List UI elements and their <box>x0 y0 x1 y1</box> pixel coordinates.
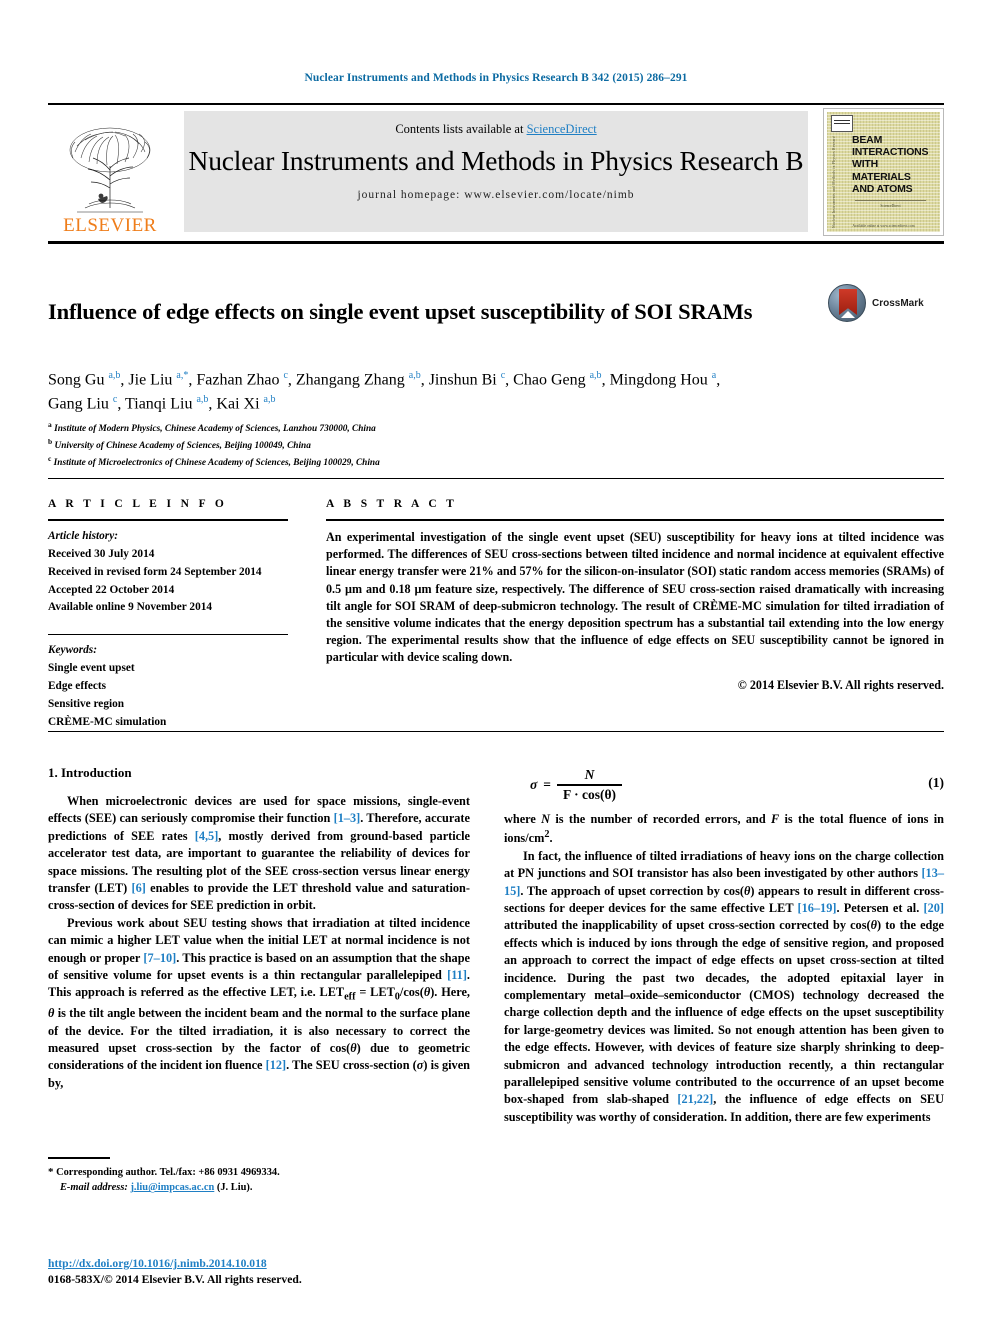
paragraph-intro-2: Previous work about SEU testing shows th… <box>48 915 471 1090</box>
running-head: Nuclear Instruments and Methods in Physi… <box>304 72 688 84</box>
body-column-right: σ = N F · cos(θ) (1) where N is the numb… <box>504 765 944 1126</box>
article-info-column: A R T I C L E I N F O Article history: R… <box>48 498 288 731</box>
journal-homepage[interactable]: journal homepage: www.elsevier.com/locat… <box>184 189 808 201</box>
sciencedirect-link[interactable]: ScienceDirect <box>527 122 597 136</box>
equation-1-equals: = <box>543 776 551 792</box>
contents-available-line: Contents lists available at ScienceDirec… <box>184 122 808 137</box>
keywords-rule <box>48 634 288 636</box>
citation-4-5[interactable]: [4,5] <box>195 829 219 843</box>
keyword-1: Edge effects <box>48 679 107 692</box>
abstract-text: An experimental investigation of the sin… <box>326 530 944 665</box>
citation-11[interactable]: [11] <box>447 968 467 982</box>
article-info-rule <box>48 519 288 521</box>
cover-title-line-5: AND ATOMS <box>852 182 913 195</box>
equation-1-denominator: F · cos(θ) <box>562 786 617 802</box>
footnote-email-link[interactable]: j.liu@impcas.ac.cn <box>130 1182 214 1193</box>
citation-1-3[interactable]: [1–3] <box>334 811 361 825</box>
citation-20[interactable]: [20] <box>923 901 944 915</box>
affiliation-b-text: University of Chinese Academy of Science… <box>54 441 311 452</box>
title-block: Influence of edge effects on single even… <box>48 282 944 342</box>
history-item-2: Accepted 22 October 2014 <box>48 583 175 596</box>
cover-title: BEAM INTERACTIONS WITH MATERIALS AND ATO… <box>852 134 936 195</box>
crossmark-icon <box>828 284 866 322</box>
doi-link[interactable]: http://dx.doi.org/10.1016/j.nimb.2014.10… <box>48 1257 267 1270</box>
equation-1-expression: σ = N F · cos(θ) <box>530 767 623 803</box>
author-line-2: Gang Liu c, Tianqi Liu a,b, Kai Xi a,b <box>48 394 276 413</box>
abstract-copyright: © 2014 Elsevier B.V. All rights reserved… <box>737 678 944 693</box>
history-item-3: Available online 9 November 2014 <box>48 601 213 614</box>
cover-title-line-1: BEAM <box>852 134 883 146</box>
journal-band: Contents lists available at ScienceDirec… <box>184 111 808 232</box>
cover-spine-text: Nuclear Instruments and Methods in Physi… <box>832 136 836 228</box>
abstract-bottom-rule <box>48 731 944 732</box>
corresponding-author-footnote: * Corresponding author. Tel./fax: +86 09… <box>48 1157 470 1196</box>
citation-7-10[interactable]: [7–10] <box>143 951 176 965</box>
footnote-email-suffix: (J. Liu). <box>216 1182 253 1194</box>
contents-prefix: Contents lists available at <box>395 122 527 136</box>
equation-1: σ = N F · cos(θ) (1) <box>504 765 944 811</box>
masthead-bottom-rule <box>48 241 944 244</box>
abstract-rule <box>326 519 944 521</box>
paragraph-intro-1: When microelectronic devices are used fo… <box>48 794 471 913</box>
history-item-0: Received 30 July 2014 <box>48 547 155 560</box>
cover-title-line-3: WITH <box>852 158 879 171</box>
footnote-corresponding-text: Corresponding author. Tel./fax: +86 0931… <box>56 1166 280 1178</box>
citation-21-22[interactable]: [21,22] <box>677 1092 713 1106</box>
journal-masthead: ELSEVIER Contents lists available at Sci… <box>48 103 944 237</box>
affiliation-b: b University of Chinese Academy of Scien… <box>48 437 311 452</box>
cover-title-line-4: MATERIALS <box>852 170 911 183</box>
cover-foot-text: Available online at www.sciencedirect.co… <box>852 224 915 228</box>
keyword-2: Sensitive region <box>48 697 125 710</box>
footnote-asterisk: * <box>48 1165 54 1178</box>
cover-title-line-2: INTERACTIONS <box>852 146 929 159</box>
paragraph-where-clause: where N is the number of recorded errors… <box>504 812 944 846</box>
issn-copyright: 0168-583X/© 2014 Elsevier B.V. All right… <box>48 1273 302 1286</box>
history-item-1: Received in revised form 24 September 20… <box>48 565 262 578</box>
paper-page: Nuclear Instruments and Methods in Physi… <box>0 0 992 1323</box>
equation-1-lhs: σ <box>530 776 538 792</box>
footnote-email-label: E-mail address: <box>60 1182 128 1194</box>
elsevier-logo: ELSEVIER <box>48 111 172 235</box>
keyword-3: CRÈME-MC simulation <box>48 715 167 728</box>
keywords-block: Keywords: Single event upset Edge effect… <box>48 634 288 731</box>
keyword-0: Single event upset <box>48 662 135 675</box>
abstract-column: A B S T R A C T An experimental investig… <box>326 498 944 693</box>
author-list: Song Gu a,b, Jie Liu a,*, Fazhan Zhao c,… <box>48 368 928 417</box>
elsevier-tree-icon <box>69 127 151 213</box>
journal-cover-thumbnail: Nuclear Instruments and Methods in Physi… <box>823 108 944 236</box>
affiliation-a: a Institute of Modern Physics, Chinese A… <box>48 420 376 435</box>
page-title: Influence of edge effects on single even… <box>48 299 753 325</box>
abstract-heading: A B S T R A C T <box>326 498 458 510</box>
citation-13-15[interactable]: [13–15] <box>504 866 944 897</box>
section-heading-introduction: 1. Introduction <box>48 765 132 780</box>
body-column-left: 1. Introduction When microelectronic dev… <box>48 765 470 1092</box>
equation-1-number: (1) <box>928 775 944 790</box>
affiliation-c: c Institute of Microelectronics of Chine… <box>48 454 380 469</box>
footnote-corresponding-line: * Corresponding author. Tel./fax: +86 09… <box>48 1165 470 1181</box>
article-history: Article history: Received 30 July 2014 R… <box>48 528 288 617</box>
crossmark-badge[interactable]: CrossMark <box>828 284 936 324</box>
author-line-1: Song Gu a,b, Jie Liu a,*, Fazhan Zhao c,… <box>48 370 721 389</box>
affiliation-a-text: Institute of Modern Physics, Chinese Aca… <box>54 424 376 435</box>
elsevier-wordmark: ELSEVIER <box>63 215 157 236</box>
journal-title: Nuclear Instruments and Methods in Physi… <box>188 145 804 176</box>
citation-12[interactable]: [12] <box>266 1058 287 1072</box>
article-info-heading: A R T I C L E I N F O <box>48 498 228 510</box>
footnote-rule <box>48 1157 110 1159</box>
page-footer: http://dx.doi.org/10.1016/j.nimb.2014.10… <box>48 1254 548 1288</box>
info-top-rule <box>48 478 944 479</box>
affiliation-c-text: Institute of Microelectronics of Chinese… <box>53 458 380 469</box>
keywords-label: Keywords: <box>48 644 97 657</box>
paragraph-intro-3: In fact, the influence of tilted irradia… <box>504 848 944 1124</box>
affiliation-list: a Institute of Modern Physics, Chinese A… <box>48 419 928 471</box>
cover-mid-text: ScienceDirect <box>855 200 926 208</box>
crossmark-label: CrossMark <box>872 298 924 309</box>
citation-6[interactable]: [6] <box>131 881 145 895</box>
article-history-label: Article history: <box>48 530 118 542</box>
footnote-email-line: E-mail address: j.liu@impcas.ac.cn (J. L… <box>48 1180 470 1195</box>
cover-publisher-mark <box>831 115 853 132</box>
citation-16-19[interactable]: [16–19] <box>798 901 837 915</box>
equation-1-numerator: N <box>584 767 595 782</box>
equation-1-fraction: N F · cos(θ) <box>556 767 623 803</box>
